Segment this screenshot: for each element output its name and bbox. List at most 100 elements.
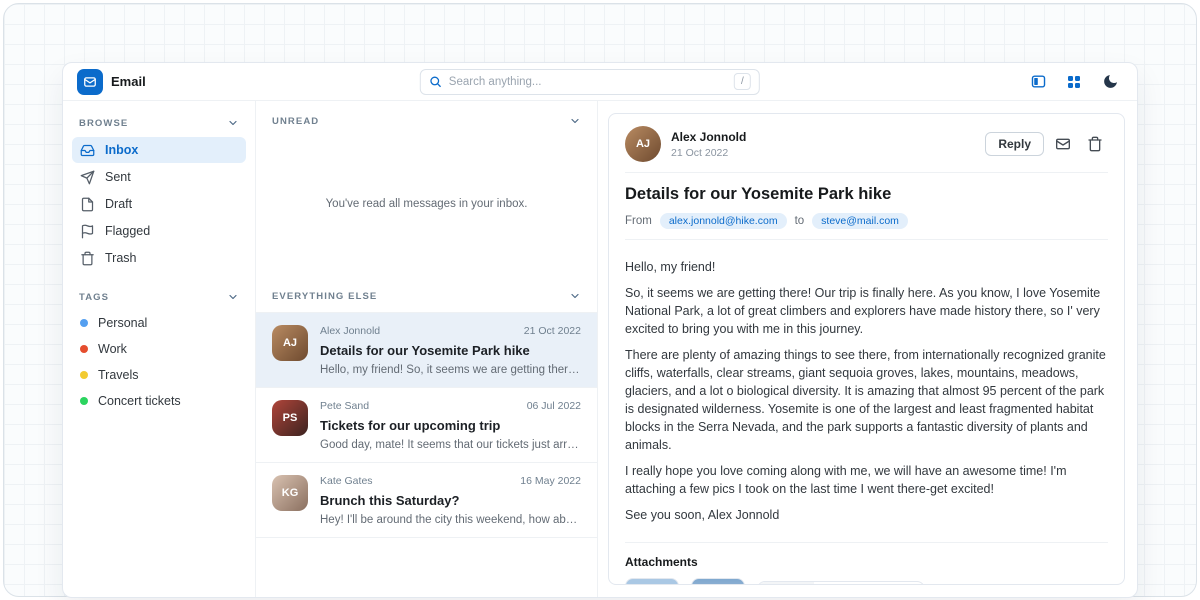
unread-empty-state: You've read all messages in your inbox.	[256, 137, 597, 270]
sidebar-item-label: Flagged	[105, 224, 150, 238]
from-to-row: From alex.jonnold@hike.com to steve@mail…	[625, 213, 1108, 229]
apps-grid-icon[interactable]	[1061, 69, 1087, 95]
unread-section-header: UNREAD	[256, 101, 597, 137]
mail-list-column: UNREAD You've read all messages in your …	[256, 101, 598, 597]
search-shortcut-badge: /	[734, 73, 751, 90]
divider	[625, 239, 1108, 240]
app-body: BROWSE Inbox Sent	[63, 101, 1137, 597]
to-email-chip[interactable]: steve@mail.com	[812, 213, 908, 229]
sidebar-item-label: Draft	[105, 197, 132, 211]
unread-collapse-chevron-icon[interactable]	[569, 115, 581, 127]
header-actions	[1025, 69, 1123, 95]
from-label: From	[625, 215, 652, 227]
avatar: PS	[272, 400, 308, 436]
dark-mode-icon[interactable]	[1097, 69, 1123, 95]
sidebar-item-draft[interactable]: Draft	[72, 191, 246, 217]
email-paragraph: I really hope you love coming along with…	[625, 462, 1108, 498]
email-logo-icon	[77, 69, 103, 95]
email-paragraph: There are plenty of amazing things to se…	[625, 346, 1108, 454]
detail-sender-name: Alex Jonnold	[671, 130, 746, 144]
folder-icon	[758, 581, 814, 585]
tag-item-personal[interactable]: Personal	[72, 310, 246, 336]
tag-item-work[interactable]: Work	[72, 336, 246, 362]
email-sender: Alex Jonnold	[320, 325, 380, 337]
email-detail-pane: AJ Alex Jonnold 21 Oct 2022 Reply Detail…	[608, 113, 1125, 585]
send-icon	[80, 170, 95, 185]
sidebar-item-sent[interactable]: Sent	[72, 164, 246, 190]
browse-label: BROWSE	[79, 118, 128, 129]
sidebar-item-label: Trash	[105, 251, 137, 265]
search-icon	[429, 75, 442, 88]
tag-item-travels[interactable]: Travels	[72, 362, 246, 388]
email-subject: Brunch this Saturday?	[320, 493, 581, 508]
email-date: 16 May 2022	[520, 475, 581, 487]
sidebar-item-trash[interactable]: Trash	[72, 245, 246, 271]
sidebar-item-flagged[interactable]: Flagged	[72, 218, 246, 244]
email-subject: Details for our Yosemite Park hike	[320, 343, 581, 358]
sidebar-item-label: Inbox	[105, 143, 138, 157]
tag-label: Work	[98, 342, 127, 356]
everything-collapse-chevron-icon[interactable]	[569, 290, 581, 302]
email-preview: Good day, mate! It seems that our ticket…	[320, 439, 581, 451]
attachments-row: videos-hike.zip 100 MB	[625, 578, 1108, 585]
email-body: Hello, my friend! So, it seems we are ge…	[625, 250, 1108, 532]
search-field[interactable]	[449, 76, 727, 88]
tag-color-dot	[80, 397, 88, 405]
photo-attachment-thumbnail[interactable]	[625, 578, 679, 585]
email-list-item[interactable]: PS Pete Sand 06 Jul 2022 Tickets for our…	[256, 388, 597, 463]
sidebar-item-inbox[interactable]: Inbox	[72, 137, 246, 163]
browse-section-header: BROWSE	[72, 113, 246, 136]
email-sender: Pete Sand	[320, 400, 369, 412]
sidebar-item-label: Sent	[105, 170, 131, 184]
email-date: 21 Oct 2022	[524, 325, 581, 337]
detail-subject: Details for our Yosemite Park hike	[625, 185, 1108, 204]
delete-trash-icon[interactable]	[1082, 131, 1108, 157]
sidebar-layout-icon[interactable]	[1025, 69, 1051, 95]
everything-else-label: EVERYTHING ELSE	[272, 291, 377, 302]
email-sender: Kate Gates	[320, 475, 373, 487]
email-list-item[interactable]: KG Kate Gates 16 May 2022 Brunch this Sa…	[256, 463, 597, 538]
file-attachment-card[interactable]: videos-hike.zip 100 MB	[757, 581, 925, 585]
app-title: Email	[111, 74, 146, 89]
email-date: 06 Jul 2022	[527, 400, 581, 412]
app-header: Email /	[63, 63, 1137, 101]
email-list: AJ Alex Jonnold 21 Oct 2022 Details for …	[256, 312, 597, 538]
reply-button[interactable]: Reply	[985, 132, 1044, 156]
search-input[interactable]: /	[420, 69, 760, 95]
brand: Email	[77, 69, 146, 95]
email-list-item[interactable]: AJ Alex Jonnold 21 Oct 2022 Details for …	[256, 313, 597, 388]
draft-icon	[80, 197, 95, 212]
trash-icon	[80, 251, 95, 266]
sidebar: BROWSE Inbox Sent	[63, 101, 256, 597]
photo-attachment-thumbnail[interactable]	[691, 578, 745, 585]
tag-color-dot	[80, 319, 88, 327]
avatar: AJ	[272, 325, 308, 361]
tags-label: TAGS	[79, 292, 109, 303]
tag-label: Personal	[98, 316, 147, 330]
email-subject: Tickets for our upcoming trip	[320, 418, 581, 433]
tags-collapse-chevron-icon[interactable]	[227, 291, 239, 303]
email-paragraph: Hello, my friend!	[625, 258, 1108, 276]
tag-color-dot	[80, 371, 88, 379]
tags-section-header: TAGS	[72, 287, 246, 310]
tag-item-concert-tickets[interactable]: Concert tickets	[72, 388, 246, 414]
tag-label: Travels	[98, 368, 139, 382]
everything-else-section-header: EVERYTHING ELSE	[256, 276, 597, 312]
from-email-chip[interactable]: alex.jonnold@hike.com	[660, 213, 787, 229]
detail-actions: Reply	[985, 131, 1108, 157]
email-preview: Hello, my friend! So, it seems we are ge…	[320, 364, 581, 376]
email-paragraph: So, it seems we are getting there! Our t…	[625, 284, 1108, 338]
flag-icon	[80, 224, 95, 239]
email-preview: Hey! I'll be around the city this weeken…	[320, 514, 581, 526]
mark-unread-envelope-icon[interactable]	[1050, 131, 1076, 157]
email-app-window: Email / BROWSE	[62, 62, 1138, 598]
browse-collapse-chevron-icon[interactable]	[227, 117, 239, 129]
detail-header: AJ Alex Jonnold 21 Oct 2022 Reply	[625, 126, 1108, 162]
avatar: AJ	[625, 126, 661, 162]
divider	[625, 172, 1108, 173]
inbox-icon	[80, 143, 95, 158]
tag-color-dot	[80, 345, 88, 353]
divider	[625, 542, 1108, 543]
tag-label: Concert tickets	[98, 394, 181, 408]
detail-date: 21 Oct 2022	[671, 147, 746, 159]
